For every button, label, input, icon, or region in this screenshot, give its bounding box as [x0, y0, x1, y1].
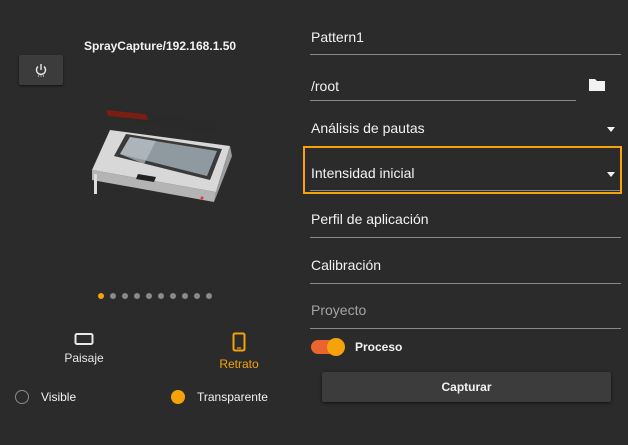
process-label: Proceso [355, 340, 403, 354]
carousel-indicator [98, 293, 212, 299]
visible-radio-option[interactable]: Visible [15, 390, 76, 404]
device-panel: SprayCapture/192.168.1.50 Paisaje Retrat… [0, 0, 290, 445]
landscape-option[interactable]: Paisaje [44, 332, 124, 365]
process-toggle[interactable] [311, 338, 345, 356]
pattern-name-input[interactable]: Pattern1 [310, 24, 621, 55]
carousel-dot[interactable] [122, 293, 128, 299]
project-select[interactable]: Proyecto [310, 299, 621, 329]
carousel-dot[interactable] [146, 293, 152, 299]
portrait-label: Retrato [219, 357, 259, 371]
visible-radio[interactable] [15, 390, 29, 404]
power-icon [35, 64, 47, 77]
profile-label: Perfil de aplicación [311, 211, 429, 227]
project-label: Proyecto [311, 302, 367, 318]
scanner-device-illustration [92, 108, 232, 202]
portrait-icon [232, 332, 246, 352]
device-title: SprayCapture/192.168.1.50 [83, 39, 237, 53]
carousel-dot[interactable] [158, 293, 164, 299]
calibration-select[interactable]: Calibración [310, 254, 621, 284]
capture-button[interactable]: Capturar [322, 372, 611, 402]
power-button[interactable] [19, 55, 63, 85]
carousel-dot[interactable] [170, 293, 176, 299]
transparent-label: Transparente [197, 390, 268, 404]
focus-highlight [303, 146, 622, 194]
path-input[interactable]: /root [310, 73, 576, 101]
folder-icon[interactable] [588, 77, 606, 92]
landscape-icon [74, 333, 94, 345]
path-value: /root [311, 78, 340, 94]
carousel-dot[interactable] [182, 293, 188, 299]
transparent-radio-option[interactable]: Transparente [171, 390, 268, 404]
carousel-dot[interactable] [194, 293, 200, 299]
transparent-radio[interactable] [171, 390, 185, 404]
analysis-label: Análisis de pautas [311, 120, 425, 136]
pattern-name-value: Pattern1 [311, 29, 364, 45]
calibration-label: Calibración [311, 257, 382, 273]
toggle-knob [327, 338, 345, 356]
chevron-down-icon [607, 127, 615, 132]
profile-select[interactable]: Perfil de aplicación [310, 208, 621, 238]
carousel-dot[interactable] [206, 293, 212, 299]
carousel-dot[interactable] [134, 293, 140, 299]
visible-label: Visible [41, 390, 77, 404]
portrait-option[interactable]: Retrato [199, 332, 279, 371]
landscape-label: Paisaje [64, 351, 104, 365]
analysis-select[interactable]: Análisis de pautas [310, 117, 621, 147]
carousel-dot[interactable] [98, 293, 104, 299]
carousel-dot[interactable] [110, 293, 116, 299]
